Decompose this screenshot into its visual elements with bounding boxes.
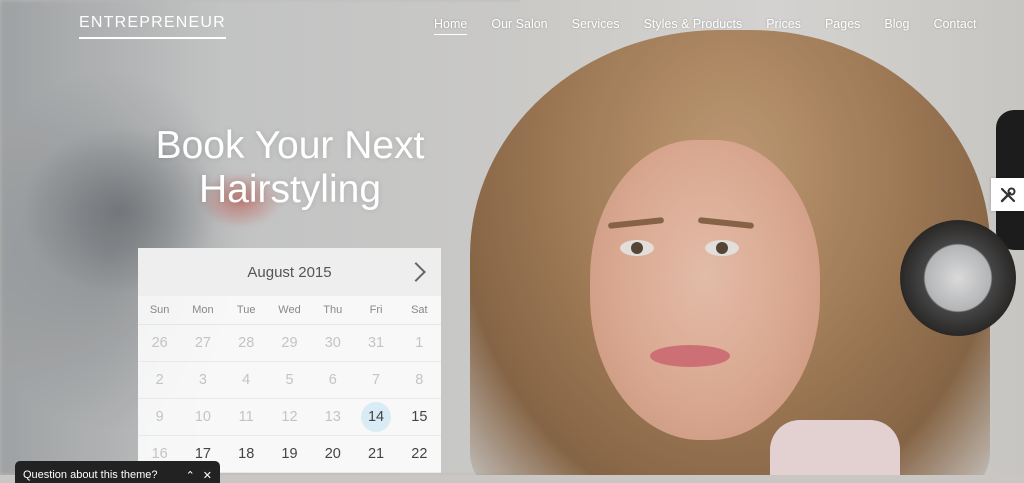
calendar-day-number: 26 <box>151 335 168 351</box>
calendar-day: 9 <box>138 399 182 436</box>
calendar-day[interactable]: 19 <box>267 436 312 473</box>
calendar-day: 31 <box>354 325 398 362</box>
calendar-day: 10 <box>181 399 225 436</box>
calendar-day-number: 5 <box>285 372 294 388</box>
calendar-day-number: 27 <box>194 335 211 351</box>
calendar-day-number: 2 <box>155 372 164 388</box>
main-nav: Home Our Salon Services Styles & Product… <box>434 17 977 35</box>
weekday-label: Sun <box>138 296 182 325</box>
nav-pages[interactable]: Pages <box>825 17 860 35</box>
calendar-day-number: 6 <box>328 372 337 388</box>
headline-line-1: Book Your Next <box>155 124 425 167</box>
calendar-day: 3 <box>181 362 225 399</box>
question-bar-text: Question about this theme? <box>23 469 158 481</box>
calendar-day-number: 8 <box>415 372 424 388</box>
calendar-day: 2 <box>138 362 182 399</box>
calendar-day: 13 <box>311 399 355 436</box>
calendar-day-number: 7 <box>372 372 381 388</box>
calendar-day[interactable]: 14 <box>354 399 398 436</box>
nav-home[interactable]: Home <box>434 17 468 35</box>
nav-our-salon[interactable]: Our Salon <box>491 17 547 35</box>
calendar-day: 27 <box>181 325 225 362</box>
calendar-day: 29 <box>267 325 312 362</box>
chevron-up-icon[interactable]: ⌃ <box>186 469 195 482</box>
weekday-label: Fri <box>354 296 398 325</box>
tools-icon <box>1000 187 1015 202</box>
calendar-day-number: 15 <box>411 409 428 425</box>
calendar-day-number: 9 <box>155 409 164 425</box>
calendar-day-number: 4 <box>242 372 251 388</box>
calendar-day-number: 29 <box>281 335 298 351</box>
calendar-day: 11 <box>224 399 268 436</box>
nav-prices[interactable]: Prices <box>766 17 801 35</box>
calendar-day[interactable]: 15 <box>397 399 441 436</box>
weekday-label: Sat <box>397 296 441 325</box>
booking-calendar: August 2015 Sun Mon Tue Wed Thu Fri Sat … <box>138 248 441 473</box>
calendar-day: 12 <box>267 399 312 436</box>
calendar-header: August 2015 <box>138 248 441 296</box>
calendar-day: 26 <box>138 325 182 362</box>
calendar-day-number: 18 <box>238 446 255 462</box>
weekday-label: Mon <box>181 296 225 325</box>
calendar-month-label: August 2015 <box>247 263 332 281</box>
calendar-day-number: 1 <box>415 335 424 351</box>
calendar-day-number: 21 <box>367 446 385 462</box>
hero-headline: Book Your Next Hairstyling <box>110 124 470 212</box>
calendar-day-number: 12 <box>281 409 298 425</box>
weekday-label: Wed <box>267 296 312 325</box>
weekday-label: Thu <box>311 296 355 325</box>
calendar-day[interactable]: 18 <box>224 436 268 473</box>
calendar-day-number: 30 <box>324 335 341 351</box>
weekday-label: Tue <box>224 296 268 325</box>
calendar-day-number: 31 <box>367 335 385 351</box>
calendar-day-number: 16 <box>151 446 168 462</box>
calendar-day-number: 22 <box>411 446 428 462</box>
calendar-day-number: 3 <box>198 372 207 388</box>
nav-services[interactable]: Services <box>572 17 620 35</box>
site-logo[interactable]: ENTREPRENEUR <box>79 14 226 39</box>
nav-blog[interactable]: Blog <box>884 17 909 35</box>
headline-line-2: Hairstyling <box>198 168 382 211</box>
calendar-day-number: 11 <box>238 409 254 425</box>
calendar-day: 8 <box>397 362 441 399</box>
calendar-grid: Sun Mon Tue Wed Thu Fri Sat 26 27 28 29 30 31… <box>138 296 441 473</box>
calendar-day-number: 20 <box>324 446 341 462</box>
theme-tools-button[interactable] <box>991 178 1024 211</box>
calendar-day: 6 <box>311 362 355 399</box>
next-month-chevron-icon[interactable] <box>409 262 423 282</box>
calendar-day-number: 14 <box>361 402 392 432</box>
calendar-day-number: 10 <box>194 409 211 425</box>
calendar-day[interactable]: 20 <box>311 436 355 473</box>
calendar-day-number: 13 <box>324 409 341 425</box>
calendar-day-number: 17 <box>194 446 211 462</box>
calendar-day: 5 <box>267 362 312 399</box>
close-icon[interactable]: ✕ <box>203 469 212 482</box>
nav-contact[interactable]: Contact <box>933 17 976 35</box>
nav-styles-products[interactable]: Styles & Products <box>644 17 743 35</box>
calendar-day[interactable]: 22 <box>397 436 441 473</box>
calendar-day-number: 19 <box>281 446 298 462</box>
calendar-day-number: 28 <box>238 335 255 351</box>
calendar-day: 7 <box>354 362 398 399</box>
calendar-day: 4 <box>224 362 268 399</box>
question-bar[interactable]: Question about this theme? ⌃ ✕ <box>15 461 220 483</box>
calendar-day: 30 <box>311 325 355 362</box>
calendar-day: 1 <box>397 325 441 362</box>
calendar-day: 28 <box>224 325 268 362</box>
calendar-day[interactable]: 21 <box>354 436 398 473</box>
